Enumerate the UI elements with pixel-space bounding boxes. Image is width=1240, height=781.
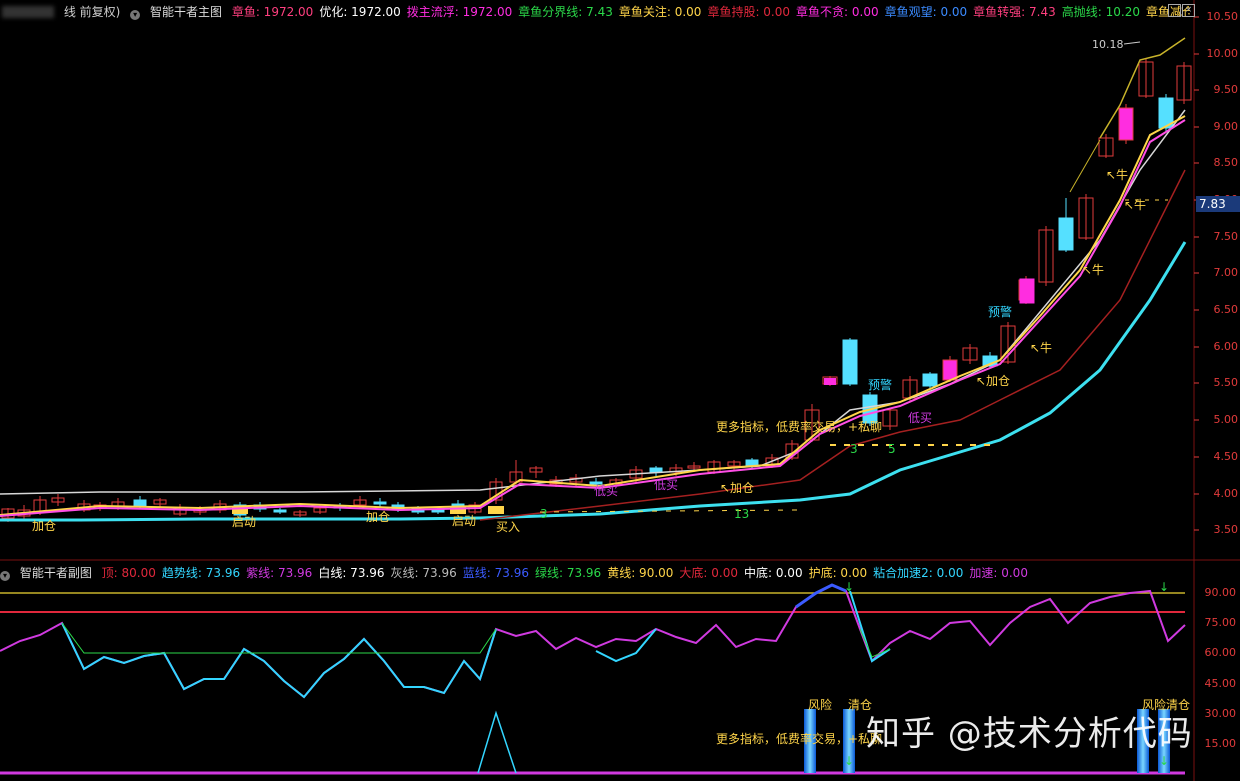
sub-indicator-values: 顶: 80.00 趋势线: 73.96 紫线: 73.96 白线: 73.96 灰线: … xyxy=(102,566,1034,580)
signal-label: 加仓 xyxy=(32,519,57,533)
promo-note-main: 更多指标，低费率交易，+私聊 xyxy=(716,420,883,434)
warning-candle xyxy=(824,378,836,385)
signal-label: 加仓 xyxy=(366,510,391,524)
price-tick-label: 5.00 xyxy=(1213,413,1239,426)
indicator-value: 黄线: 90.00 xyxy=(607,566,674,580)
signal-label: 启动 xyxy=(452,514,477,528)
main-indicator-header: 线 前复权) ▾ 智能干者主图 章鱼: 1972.00 优化: 1972.00 拨主… xyxy=(0,2,1190,22)
sub-tick-label: 45.00 xyxy=(1204,677,1237,690)
sub-tick-label: 60.00 xyxy=(1204,646,1237,659)
signal-label: ↖牛 xyxy=(1030,341,1053,355)
down-arrow-icon: ↓ xyxy=(1159,754,1169,768)
price-tick-label: 9.50 xyxy=(1213,83,1239,96)
green-count: 13 xyxy=(734,507,750,521)
sub-tick-label: 75.00 xyxy=(1204,616,1237,629)
indicator-value: 白线: 73.96 xyxy=(318,566,385,580)
indicator-value: 高抛线: 10.20 xyxy=(1061,5,1140,19)
price-tick-label: 7.00 xyxy=(1213,266,1239,279)
indicator-value: 蓝线: 73.96 xyxy=(462,566,529,580)
warning-candle xyxy=(1019,278,1035,304)
price-tick-label: 6.00 xyxy=(1213,340,1239,353)
sub-indicator-title[interactable]: 智能干者副图 xyxy=(20,566,92,580)
price-tick-label: 9.00 xyxy=(1213,120,1239,133)
candle-body xyxy=(1058,217,1074,251)
candle-body xyxy=(133,499,147,507)
indicator-value: 章鱼分界线: 7.43 xyxy=(518,5,613,19)
signal-label: 低买 xyxy=(594,484,619,498)
blurred-symbol xyxy=(2,6,54,18)
high-price-marker: 10.18 xyxy=(1092,38,1124,51)
candle-body xyxy=(1118,107,1134,141)
watermark: 知乎 @技术分析代码 xyxy=(866,714,1193,754)
promo-note-sub: 更多指标，低费率交易，+私聊 xyxy=(716,732,883,746)
indicator-value: 趋势线: 73.96 xyxy=(161,566,241,580)
candle-body xyxy=(842,339,858,385)
price-tick-label: 3.50 xyxy=(1213,523,1239,536)
candle-body xyxy=(273,509,287,513)
sub-indicator-header: ▾ 智能干者副图 顶: 80.00 趋势线: 73.96 紫线: 73.96 白线: … xyxy=(0,563,1190,583)
indicator-value: 绿线: 73.96 xyxy=(534,566,602,580)
signal-label: ↖加仓 xyxy=(976,374,1011,388)
signal-label: ↖牛 xyxy=(1106,168,1129,182)
price-tick-label: 5.50 xyxy=(1213,376,1239,389)
signal-label: ↖牛 xyxy=(1082,263,1105,277)
sub-indicator-menu-icon[interactable]: ▾ xyxy=(0,571,10,581)
sub-tick-label: 30.00 xyxy=(1204,707,1237,720)
price-tick-label: 6.50 xyxy=(1213,303,1239,316)
indicator-value: 加速: 0.00 xyxy=(969,566,1028,580)
indicator-menu-icon[interactable]: ▾ xyxy=(130,10,141,20)
indicator-value: 章鱼持股: 0.00 xyxy=(707,5,791,19)
indicator-value: 章鱼: 1972.00 xyxy=(231,5,314,19)
indicator-value: 章鱼关注: 0.00 xyxy=(618,5,702,19)
window-close-icon[interactable]: × xyxy=(1182,4,1195,17)
adjust-label: 线 前复权) xyxy=(63,5,121,19)
main-indicator-title[interactable]: 智能干者主图 xyxy=(150,5,222,19)
indicator-value: 章鱼不贪: 0.00 xyxy=(796,5,879,19)
indicator-value: 优化: 1972.00 xyxy=(319,5,401,19)
indicator-value: 拨主流浮: 1972.00 xyxy=(406,5,513,19)
green-count: 5 xyxy=(888,442,896,456)
candle-body xyxy=(431,509,445,513)
indicator-value: 灰线: 73.96 xyxy=(390,566,457,580)
indicator-value: 护底: 0.00 xyxy=(808,566,868,580)
main-indicator-values: 章鱼: 1972.00 优化: 1972.00 拨主流浮: 1972.00 章鱼分界线… xyxy=(232,5,1190,19)
sub-tick-label: 15.00 xyxy=(1204,737,1237,750)
signal-label: ↖加仓 xyxy=(720,481,755,495)
candle-body xyxy=(649,467,663,473)
price-tick-label: 10.00 xyxy=(1206,47,1239,60)
indicator-value: 大底: 0.00 xyxy=(679,566,738,580)
indicator-value: 中底: 0.00 xyxy=(744,566,803,580)
price-tick-label: 4.50 xyxy=(1213,450,1239,463)
indicator-value: 章鱼观望: 0.00 xyxy=(884,5,968,19)
green-count: 3 xyxy=(850,442,858,456)
window-restore-icon[interactable] xyxy=(1168,4,1181,17)
signal-label: 预警 xyxy=(868,378,893,392)
indicator-value: 粘合加速2: 0.00 xyxy=(873,566,964,580)
signal-label: 低买 xyxy=(908,411,933,425)
indicator-value: 紫线: 73.96 xyxy=(246,566,313,580)
signal-label: 预警 xyxy=(988,305,1013,319)
signal-label: 买入 xyxy=(496,520,521,534)
indicator-value: 章鱼转强: 7.43 xyxy=(973,5,1056,19)
signal-label: 低买 xyxy=(654,478,679,492)
risk-label: 风险 xyxy=(808,698,833,712)
candle-body xyxy=(942,359,958,381)
price-tick-label: 7.50 xyxy=(1213,230,1239,243)
candle-body xyxy=(373,501,387,505)
price-tick-label: 10.50 xyxy=(1206,10,1239,23)
green-count: 3 xyxy=(540,507,548,521)
down-arrow-icon: ↓ xyxy=(844,754,854,768)
signal-label: ↖牛 xyxy=(1124,198,1147,212)
price-tick-label: 4.00 xyxy=(1213,487,1239,500)
price-tick-label: 8.50 xyxy=(1213,156,1239,169)
current-price-tag: 7.83 xyxy=(1196,196,1240,212)
start-block xyxy=(488,506,504,514)
main-price-chart[interactable] xyxy=(0,0,1240,561)
sub-tick-label: 90.00 xyxy=(1204,586,1237,599)
indicator-value: 顶: 80.00 xyxy=(101,566,156,580)
candle-body xyxy=(922,373,938,387)
signal-label: 启动 xyxy=(232,515,257,529)
